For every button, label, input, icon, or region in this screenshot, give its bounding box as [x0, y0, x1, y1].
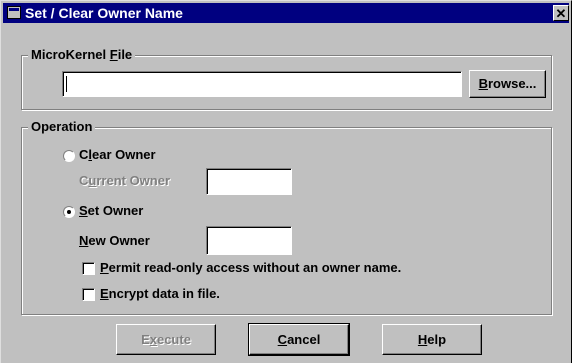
browse-button[interactable]: Browse...: [469, 70, 546, 98]
cancel-button-label: Cancel: [277, 332, 321, 347]
permit-readonly-label[interactable]: Permit read-only access without an owner…: [100, 260, 401, 275]
microkernel-file-group: MicroKernel File Browse...: [21, 47, 552, 110]
text-caret: [66, 76, 67, 92]
dialog-window: Set / Clear Owner Name ✕ MicroKernel Fil…: [0, 0, 572, 363]
encrypt-data-label[interactable]: Encrypt data in file.: [100, 286, 220, 301]
set-owner-label[interactable]: Set Owner: [79, 203, 143, 218]
execute-button-label: Execute: [141, 332, 191, 347]
microkernel-file-legend: MicroKernel File: [28, 47, 136, 62]
system-menu-icon[interactable]: [7, 6, 21, 19]
encrypt-data-checkbox[interactable]: [82, 288, 95, 301]
cancel-button[interactable]: Cancel: [248, 323, 350, 356]
window-title: Set / Clear Owner Name: [25, 5, 183, 21]
close-icon: ✕: [555, 6, 567, 21]
help-button-label: Help: [417, 332, 447, 347]
set-owner-radio[interactable]: [63, 206, 75, 218]
clear-owner-radio[interactable]: [63, 150, 75, 162]
microkernel-file-input[interactable]: [62, 71, 462, 97]
help-button[interactable]: Help: [382, 324, 482, 355]
close-button[interactable]: ✕: [553, 5, 569, 21]
new-owner-label: New Owner: [79, 233, 150, 248]
permit-readonly-checkbox[interactable]: [82, 262, 95, 275]
operation-group: Operation Clear Owner Current Owner Set …: [21, 119, 552, 315]
current-owner-input[interactable]: [206, 168, 292, 195]
execute-button[interactable]: Execute: [116, 324, 216, 355]
clear-owner-label[interactable]: Clear Owner: [79, 147, 156, 162]
operation-legend: Operation: [28, 119, 96, 134]
title-bar[interactable]: Set / Clear Owner Name ✕: [3, 3, 569, 23]
new-owner-input[interactable]: [206, 226, 292, 255]
browse-button-label: Browse...: [478, 76, 537, 91]
current-owner-label: Current Owner: [79, 173, 171, 188]
